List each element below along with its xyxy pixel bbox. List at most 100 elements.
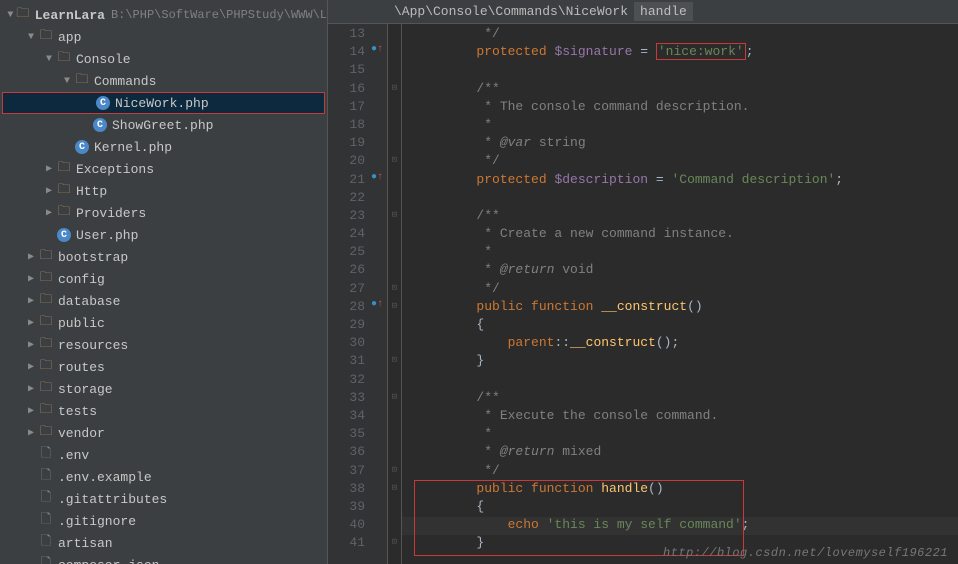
- tree-gitattributes[interactable]: 🗋 .gitattributes: [0, 488, 327, 510]
- tree-label: database: [58, 294, 120, 309]
- tree-app[interactable]: ▼ 🗀 app: [0, 26, 327, 48]
- tree-public[interactable]: ▶ 🗀 public: [0, 312, 327, 334]
- tree-label: app: [58, 30, 81, 45]
- php-file-icon: C: [92, 117, 108, 133]
- tree-resources[interactable]: ▶ 🗀 resources: [0, 334, 327, 356]
- tree-label: NiceWork.php: [115, 96, 209, 111]
- folder-icon: 🗀: [56, 161, 72, 177]
- arrow-icon: ▼: [42, 54, 56, 65]
- tree-label: ShowGreet.php: [112, 118, 213, 133]
- fold-column[interactable]: ⊟⊡⊟⊡⊟⊡⊟⊡⊟⊡: [388, 24, 402, 564]
- tree-label: routes: [58, 360, 105, 375]
- tree-label: .gitignore: [58, 514, 136, 529]
- tree-user[interactable]: C User.php: [0, 224, 327, 246]
- arrow-icon: ▼: [60, 76, 74, 87]
- arrow-icon: ▶: [24, 251, 38, 263]
- arrow-icon: ▼: [6, 10, 15, 21]
- arrow-icon: ▶: [42, 207, 56, 219]
- watermark: http://blog.csdn.net/lovemyself196221: [663, 546, 948, 560]
- tree-env[interactable]: 🗋 .env: [0, 444, 327, 466]
- folder-icon: 🗀: [38, 381, 54, 397]
- tree-root-label: LearnLara: [35, 8, 105, 23]
- project-sidebar[interactable]: ▼ 🗀 LearnLara B:\PHP\SoftWare\PHPStudy\W…: [0, 0, 328, 564]
- arrow-icon: ▶: [24, 339, 38, 351]
- file-icon: 🗋: [38, 513, 54, 529]
- php-file-icon: C: [56, 227, 72, 243]
- tree-label: User.php: [76, 228, 138, 243]
- folder-icon: 🗀: [38, 337, 54, 353]
- folder-icon: 🗀: [56, 183, 72, 199]
- folder-icon: 🗀: [74, 73, 90, 89]
- tree-artisan[interactable]: 🗋 artisan: [0, 532, 327, 554]
- file-icon: 🗋: [38, 447, 54, 463]
- tree-database[interactable]: ▶ 🗀 database: [0, 290, 327, 312]
- tree-storage[interactable]: ▶ 🗀 storage: [0, 378, 327, 400]
- tree-root[interactable]: ▼ 🗀 LearnLara B:\PHP\SoftWare\PHPStudy\W…: [0, 4, 327, 26]
- tree-label: resources: [58, 338, 128, 353]
- file-icon: 🗋: [38, 535, 54, 551]
- code-content[interactable]: */ protected $signature = 'nice:work'; /…: [402, 24, 958, 564]
- folder-icon: 🗀: [38, 403, 54, 419]
- tree-vendor[interactable]: ▶ 🗀 vendor: [0, 422, 327, 444]
- tree-label: Kernel.php: [94, 140, 172, 155]
- tree-exceptions[interactable]: ▶ 🗀 Exceptions: [0, 158, 327, 180]
- code-editor[interactable]: 1314●↑15161718192021●↑22232425262728●↑29…: [328, 24, 958, 564]
- tree-label: Commands: [94, 74, 156, 89]
- breadcrumb[interactable]: \App\Console\Commands\NiceWork handle: [328, 0, 958, 24]
- php-file-icon: C: [74, 139, 90, 155]
- arrow-icon: ▶: [24, 383, 38, 395]
- tree-envexample[interactable]: 🗋 .env.example: [0, 466, 327, 488]
- php-file-icon: C: [95, 95, 111, 111]
- tree-root-path: B:\PHP\SoftWare\PHPStudy\WWW\L: [111, 8, 327, 22]
- folder-icon: 🗀: [38, 425, 54, 441]
- tree-label: Providers: [76, 206, 146, 221]
- arrow-icon: ▼: [24, 32, 38, 43]
- folder-icon: 🗀: [38, 29, 54, 45]
- file-icon: 🗋: [38, 469, 54, 485]
- tree-label: .gitattributes: [58, 492, 167, 507]
- tree-bootstrap[interactable]: ▶ 🗀 bootstrap: [0, 246, 327, 268]
- tree-tests[interactable]: ▶ 🗀 tests: [0, 400, 327, 422]
- tree-label: composer.json: [58, 558, 159, 564]
- tree-http[interactable]: ▶ 🗀 Http: [0, 180, 327, 202]
- arrow-icon: ▶: [42, 163, 56, 175]
- arrow-icon: ▶: [24, 361, 38, 373]
- file-icon: 🗋: [38, 491, 54, 507]
- arrow-icon: ▶: [24, 405, 38, 417]
- tree-label: bootstrap: [58, 250, 128, 265]
- tree-routes[interactable]: ▶ 🗀 routes: [0, 356, 327, 378]
- tree-label: tests: [58, 404, 97, 419]
- tree-label: Http: [76, 184, 107, 199]
- tree-label: Console: [76, 52, 131, 67]
- tree-label: .env: [58, 448, 89, 463]
- tree-showgreet[interactable]: C ShowGreet.php: [0, 114, 327, 136]
- breadcrumb-path[interactable]: \App\Console\Commands\NiceWork: [388, 2, 634, 21]
- folder-icon: 🗀: [38, 249, 54, 265]
- tree-kernel[interactable]: C Kernel.php: [0, 136, 327, 158]
- tree-nicework[interactable]: C NiceWork.php: [2, 92, 325, 114]
- tree-commands[interactable]: ▼ 🗀 Commands: [0, 70, 327, 92]
- arrow-icon: ▶: [24, 427, 38, 439]
- tree-label: public: [58, 316, 105, 331]
- file-icon: 🗋: [38, 557, 54, 564]
- breadcrumb-method[interactable]: handle: [634, 2, 693, 21]
- folder-icon: 🗀: [38, 315, 54, 331]
- tree-providers[interactable]: ▶ 🗀 Providers: [0, 202, 327, 224]
- arrow-icon: ▶: [24, 295, 38, 307]
- folder-icon: 🗀: [38, 293, 54, 309]
- tree-composer[interactable]: 🗋 composer.json: [0, 554, 327, 564]
- tree-console[interactable]: ▼ 🗀 Console: [0, 48, 327, 70]
- tree-config[interactable]: ▶ 🗀 config: [0, 268, 327, 290]
- folder-icon: 🗀: [56, 51, 72, 67]
- folder-icon: 🗀: [38, 359, 54, 375]
- arrow-icon: ▶: [24, 273, 38, 285]
- arrow-icon: ▶: [24, 317, 38, 329]
- arrow-icon: ▶: [42, 185, 56, 197]
- tree-label: vendor: [58, 426, 105, 441]
- tree-label: storage: [58, 382, 113, 397]
- folder-icon: 🗀: [38, 271, 54, 287]
- gutter: 1314●↑15161718192021●↑22232425262728●↑29…: [328, 24, 388, 564]
- tree-label: Exceptions: [76, 162, 154, 177]
- folder-icon: 🗀: [56, 205, 72, 221]
- tree-gitignore[interactable]: 🗋 .gitignore: [0, 510, 327, 532]
